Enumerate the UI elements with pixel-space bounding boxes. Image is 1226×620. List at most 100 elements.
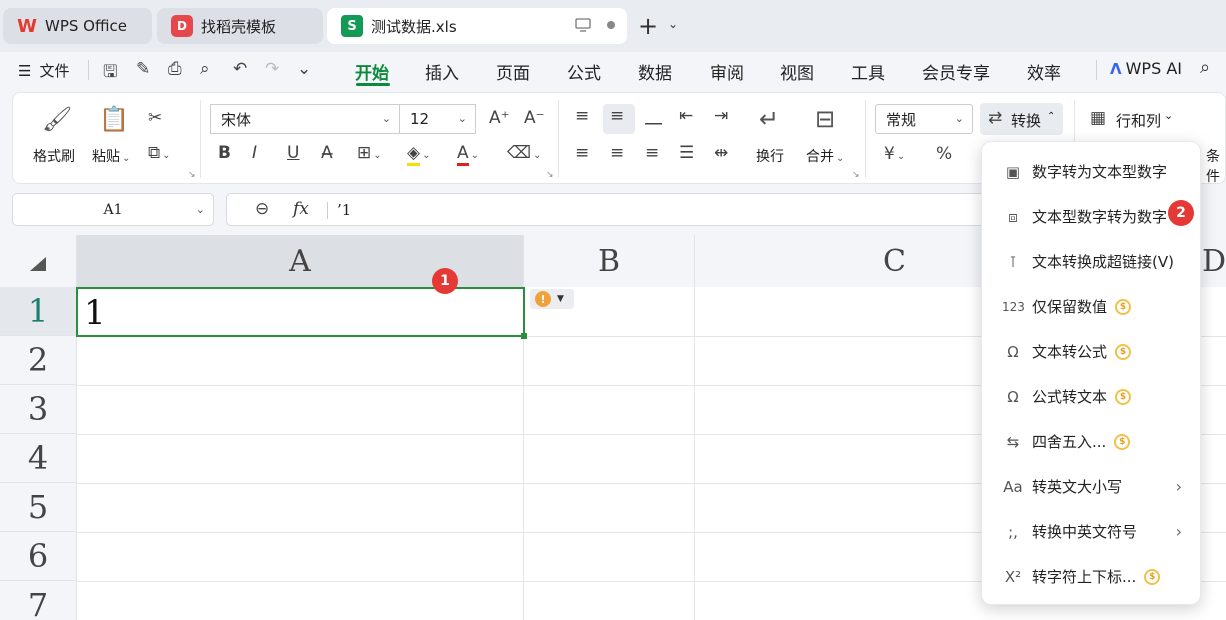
redo-icon[interactable]: ↷ [265,59,279,79]
wrap-text-label[interactable]: 换行 [756,146,784,166]
menu-item-change-case[interactable]: Aa 转英文大小写 › [982,464,1202,509]
monitor-icon[interactable] [575,18,591,32]
menu-item-superscript[interactable]: X² 转字符上下标... $ [982,554,1202,599]
menu-item-number-to-text[interactable]: ▣ 数字转为文本型数字 [982,149,1202,194]
column-header-b[interactable]: B [524,235,695,287]
tab-formula[interactable]: 公式 [567,59,601,84]
font-size-value: 12 [410,110,430,128]
error-check-button[interactable]: ! ▼ [530,289,574,309]
tab-tools[interactable]: 工具 [851,59,885,84]
premium-coin-icon: $ [1115,343,1132,360]
cell-a1-value[interactable]: 1 [84,293,106,333]
justify-icon[interactable]: ☰ [679,143,694,163]
chevron-down-icon[interactable]: ⌄ [668,17,678,31]
tab-insert[interactable]: 插入 [425,59,459,84]
eraser-icon[interactable]: ⌫ ⌄ [507,143,541,163]
print-icon[interactable]: ⎙ [168,59,182,79]
menu-item-text-to-formula[interactable]: Ω 文本转公式 $ [982,329,1202,374]
tab-member[interactable]: 会员专享 [922,59,990,84]
row-header-3[interactable]: 3 [0,385,77,434]
new-tab-plus-icon[interactable]: + [638,12,658,40]
unsaved-dot-icon[interactable] [607,21,615,29]
tab-page[interactable]: 页面 [496,59,530,84]
tab-view[interactable]: 视图 [780,59,814,84]
font-size-select[interactable]: 12 ⌄ [399,104,476,134]
strikethrough-icon[interactable]: A̶ [321,143,333,163]
decrease-font-icon[interactable]: A⁻ [524,108,545,128]
name-box[interactable]: A1 ⌄ [12,193,214,226]
row-header-2[interactable]: 2 [0,336,77,385]
underline-icon[interactable]: U [287,143,299,163]
formula-input[interactable]: ⊖ fx ’1 [226,193,996,226]
row-header-1[interactable]: 1 [0,287,77,336]
tab-home[interactable]: 开始 [355,59,389,84]
row-header-4[interactable]: 4 [0,434,77,483]
decrease-indent-icon[interactable]: ⇤ [679,106,693,126]
search-icon[interactable]: ⌕ [1200,57,1210,78]
font-color-icon[interactable]: A ⌄ [457,143,479,166]
font-name-value: 宋体 [221,110,252,129]
rows-columns-label[interactable]: 行和列 [1116,110,1161,131]
dialog-launcher-icon[interactable]: ↘ [852,170,860,180]
wps-ai-button[interactable]: Ʌ WPS AI [1110,59,1182,78]
tab-label: 测试数据.xls [371,17,457,36]
increase-font-icon[interactable]: A⁺ [489,108,510,128]
bold-icon[interactable]: B [218,143,231,163]
currency-button[interactable]: ¥ ⌄ [884,144,905,164]
align-left-icon[interactable]: ≡ [575,143,589,163]
conditional-format-label[interactable]: 条件 [1206,146,1226,186]
paste-button[interactable]: 粘贴 ⌄ [92,146,130,166]
dialog-launcher-icon[interactable]: ↘ [188,170,196,180]
chevron-down-icon[interactable]: ⌄ [297,59,311,79]
active-cell-a1[interactable] [76,287,527,339]
menu-item-punctuation[interactable]: ;, 转换中英文符号 › [982,509,1202,554]
superscript-icon: X² [1004,567,1022,586]
align-bottom-icon[interactable]: ⎽ [645,106,662,126]
align-center-icon[interactable]: ≡ [610,143,624,163]
save-icon[interactable]: 🖫 [103,59,117,88]
fill-color-icon[interactable]: ◈ ⌄ [407,143,430,166]
scissors-icon[interactable]: ✂ [148,108,162,128]
tab-data[interactable]: 数据 [638,59,672,84]
borders-icon[interactable]: ⊞ ⌄ [357,143,382,163]
menu-item-formula-to-text[interactable]: Ω 公式转文本 $ [982,374,1202,419]
file-menu-button[interactable]: ☰ 文件 [18,60,69,81]
format-painter-icon[interactable]: 🖌 [42,105,72,133]
row-header-7[interactable]: 7 [0,581,77,620]
percent-button[interactable]: % [936,144,952,164]
fx-icon[interactable]: fx [293,199,309,219]
increase-indent-icon[interactable]: ⇥ [714,106,728,126]
print-preview-icon[interactable]: ⌕ [200,59,210,79]
merge-button[interactable]: 合并 ⌄ [806,146,844,166]
copy-icon[interactable]: ⧉ ⌄ [148,143,171,163]
merge-cells-icon[interactable]: ⊟ [815,105,835,133]
italic-icon[interactable]: I [252,143,257,163]
undo-icon[interactable]: ↶ [233,59,247,79]
tab-test-data-xls[interactable]: S 测试数据.xls [327,8,627,44]
dialog-launcher-icon[interactable]: ↘ [546,170,554,180]
fill-handle[interactable] [521,333,527,339]
menu-item-round[interactable]: ⇆ 四舍五入... $ [982,419,1202,464]
row-header-5[interactable]: 5 [0,483,77,532]
format-brush-icon[interactable]: ✎ [136,59,150,79]
tab-wps-office[interactable]: W WPS Office [3,8,152,44]
number-format-select[interactable]: 常规 ⌄ [875,104,973,134]
zoom-icon[interactable]: ⊖ [255,199,269,219]
chevron-down-icon[interactable]: ⌄ [1164,109,1173,122]
row-header-6[interactable]: 6 [0,532,77,581]
format-painter-label[interactable]: 格式刷 [33,146,75,166]
align-middle-icon[interactable]: ≡ [610,106,624,126]
tab-docer-templates[interactable]: D 找稻壳模板 [157,8,323,44]
align-right-icon[interactable]: ≡ [645,143,659,163]
align-top-icon[interactable]: ≡ [575,106,589,126]
font-name-select[interactable]: 宋体 ⌄ [210,104,400,134]
rows-columns-icon[interactable]: ▦ [1090,108,1106,128]
menu-item-text-to-hyperlink[interactable]: ⊺ 文本转换成超链接(V) [982,239,1202,284]
menu-item-keep-values[interactable]: 123 仅保留数值 $ [982,284,1202,329]
wrap-text-icon[interactable]: ↵ [759,105,779,133]
clipboard-icon[interactable]: 📋 [99,105,129,133]
tab-review[interactable]: 审阅 [710,59,744,84]
chevron-down-icon[interactable]: ⌄ [196,203,205,216]
tab-efficiency[interactable]: 效率 [1027,59,1061,84]
distributed-icon[interactable]: ⇹ [714,143,728,163]
